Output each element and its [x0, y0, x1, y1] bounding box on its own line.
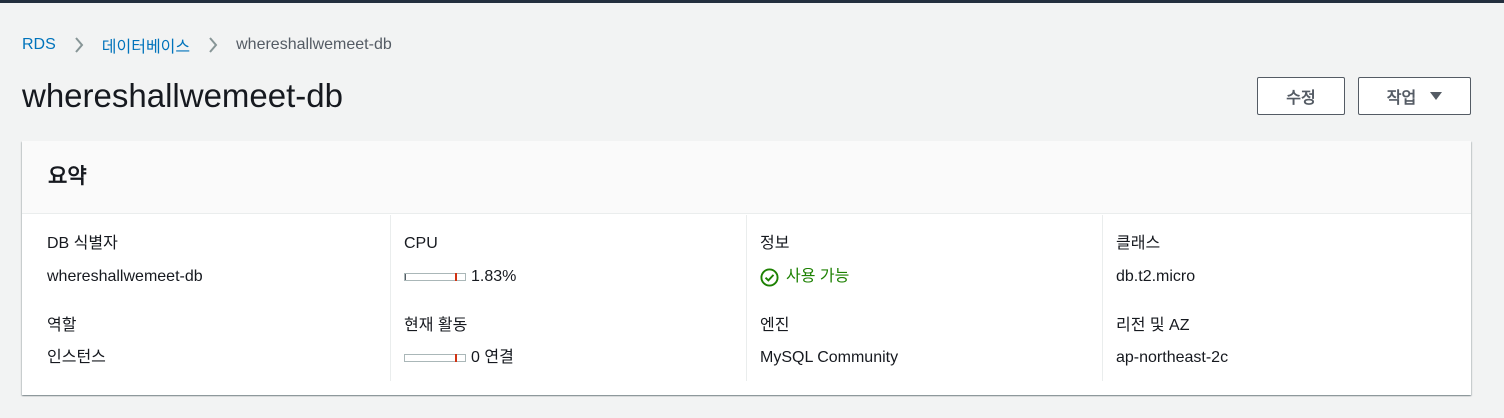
summary-panel: 요약 DB 식별자 whereshallwemeet-db 역할 인스턴스 CP…	[22, 141, 1471, 395]
db-identifier-value: whereshallwemeet-db	[47, 268, 203, 285]
current-activity-label: 현재 활동	[404, 317, 468, 334]
db-identifier-label: DB 식별자	[47, 235, 118, 252]
class-label: 클래스	[1116, 235, 1161, 252]
chevron-right-icon	[190, 33, 236, 57]
caret-down-icon	[1430, 91, 1443, 101]
chevron-right-icon	[56, 33, 102, 57]
breadcrumb-link-databases[interactable]: 데이터베이스	[102, 33, 190, 57]
role-value: 인스턴스	[47, 349, 106, 366]
summary-panel-header: 요약	[22, 141, 1471, 214]
breadcrumb-link-rds[interactable]: RDS	[22, 36, 56, 54]
summary-column-metrics: CPU 1.83% 현재 활동 0 연결	[390, 215, 746, 381]
status-text: 사용 가능	[786, 268, 850, 285]
cpu-metric: 1.83%	[404, 266, 516, 288]
current-activity-metric: 0 연결	[404, 347, 514, 369]
breadcrumb: RDS 데이터베이스 whereshallwemeet-db	[22, 33, 392, 57]
region-az-label: 리전 및 AZ	[1116, 317, 1190, 334]
region-az-value: ap-northeast-2c	[1116, 349, 1229, 366]
page-title: whereshallwemeet-db	[22, 77, 343, 114]
engine-label: 엔진	[760, 317, 790, 334]
role-label: 역할	[47, 317, 77, 334]
class-value: db.t2.micro	[1116, 268, 1196, 285]
modify-button[interactable]: 수정	[1257, 77, 1345, 115]
cpu-label: CPU	[404, 235, 438, 252]
info-label: 정보	[760, 235, 790, 252]
modify-button-label: 수정	[1286, 90, 1316, 107]
breadcrumb-current: whereshallwemeet-db	[236, 36, 392, 53]
current-activity-value: 0 연결	[471, 349, 514, 366]
engine-value: MySQL Community	[760, 349, 899, 366]
cpu-value: 1.83%	[471, 268, 517, 285]
actions-button-label: 작업	[1386, 90, 1417, 107]
cpu-usage-fill	[405, 274, 407, 280]
summary-title: 요약	[48, 165, 87, 188]
summary-column-placement: 클래스 db.t2.micro 리전 및 AZ ap-northeast-2c	[1102, 215, 1458, 381]
cpu-usage-bar	[404, 273, 466, 281]
summary-column-status: 정보 사용 가능 엔진 MySQL Community	[746, 215, 1102, 381]
actions-dropdown-button[interactable]: 작업	[1358, 77, 1471, 115]
cpu-threshold-marker	[455, 273, 457, 281]
check-circle-icon	[760, 267, 779, 287]
summary-column-identity: DB 식별자 whereshallwemeet-db 역할 인스턴스	[22, 215, 390, 381]
status-value: 사용 가능	[760, 266, 849, 288]
top-navigation-bar	[0, 0, 1504, 3]
connections-bar	[404, 354, 466, 362]
connections-threshold-marker	[455, 354, 457, 362]
